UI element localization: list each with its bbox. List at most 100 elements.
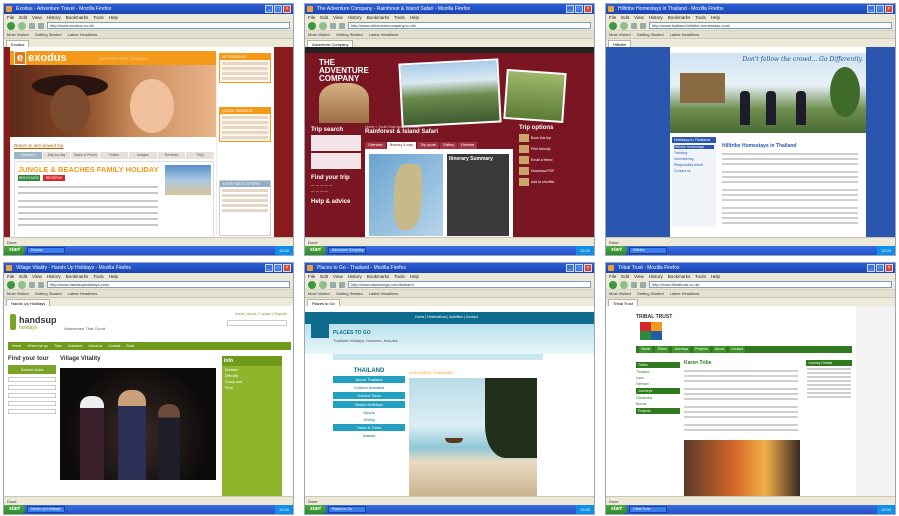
taskbar-item[interactable]: Exodus — [26, 247, 65, 254]
nav-about[interactable]: About us — [88, 342, 102, 350]
menu-history[interactable]: History — [348, 274, 362, 279]
route-map[interactable] — [369, 154, 443, 236]
home-icon[interactable] — [38, 281, 44, 288]
menu-history[interactable]: History — [47, 15, 61, 20]
tribal-trust-logo[interactable]: TRIBAL TRUST — [636, 314, 672, 320]
back-button[interactable] — [7, 280, 15, 289]
minimize-button[interactable]: _ — [566, 5, 574, 13]
filter-select[interactable] — [8, 409, 56, 414]
filter-select[interactable] — [8, 393, 56, 398]
brochure-button[interactable]: BROCHURE — [18, 175, 40, 181]
nav-item[interactable]: Diving — [333, 417, 405, 422]
nav-where[interactable]: Where we go — [27, 342, 48, 350]
option-shortlist[interactable]: Add to shortlist — [519, 178, 587, 186]
tab-hotels[interactable]: Hotels — [100, 152, 128, 159]
tab-places-to-go[interactable]: Places to Go — [307, 299, 340, 306]
tab-day-by-day[interactable]: Day by day — [42, 152, 71, 159]
taskbar-item[interactable]: Hilltribe — [628, 247, 667, 254]
nav-item[interactable]: Volunteering — [674, 157, 714, 161]
home-icon[interactable] — [38, 22, 44, 29]
nav-journeys[interactable]: Journeys — [671, 346, 691, 353]
option-download[interactable]: Download PDF — [519, 167, 587, 175]
address-bar[interactable]: http://www.placestogo.com/thailand — [348, 281, 591, 288]
home-icon[interactable] — [640, 281, 646, 288]
tab-reviews[interactable]: Reviews — [157, 152, 186, 159]
tab-itinerary[interactable]: Itinerary & map — [386, 142, 417, 149]
back-button[interactable] — [7, 21, 15, 30]
close-button[interactable]: × — [885, 5, 893, 13]
address-bar[interactable]: http://www.thailand-hilltribe-homestays.… — [649, 22, 892, 29]
back-button[interactable] — [308, 280, 316, 289]
start-button[interactable]: start — [606, 505, 627, 514]
menu-edit[interactable]: Edit — [320, 274, 328, 279]
home-icon[interactable] — [640, 22, 646, 29]
bookmark-item[interactable]: Getting Started — [637, 291, 664, 296]
reload-icon[interactable] — [29, 22, 35, 29]
nav-item[interactable]: Cultural Activities — [333, 385, 405, 390]
nav-button[interactable]: Tribes — [636, 362, 680, 368]
menu-bookmarks[interactable]: Bookmarks — [66, 15, 89, 20]
close-button[interactable]: × — [283, 5, 291, 13]
menu-help[interactable]: Help — [109, 15, 118, 20]
address-bar[interactable]: http://www.handsupholidays.com/ — [47, 281, 290, 288]
menu-file[interactable]: File — [308, 274, 315, 279]
bookmark-item[interactable]: Most Visited — [308, 291, 330, 296]
menu-file[interactable]: File — [7, 15, 14, 20]
taskbar-item[interactable]: Hands Up Holidays — [26, 506, 65, 513]
start-button[interactable]: start — [305, 505, 326, 514]
nav-about[interactable]: About — [712, 346, 726, 353]
nav-item[interactable]: Vietnam — [636, 382, 680, 386]
menu-view[interactable]: View — [333, 15, 343, 20]
filter-select[interactable] — [8, 377, 56, 382]
menu-bookmarks[interactable]: Bookmarks — [668, 274, 691, 279]
menu-tools[interactable]: Tools — [93, 274, 104, 279]
menu-file[interactable]: File — [308, 15, 315, 20]
menu-edit[interactable]: Edit — [19, 15, 27, 20]
bookmark-item[interactable]: Latest Headlines — [369, 32, 399, 37]
bookmark-item[interactable]: Getting Started — [35, 32, 62, 37]
reload-icon[interactable] — [330, 22, 336, 29]
bookmark-item[interactable]: Getting Started — [637, 32, 664, 37]
menu-edit[interactable]: Edit — [621, 15, 629, 20]
tab-handsup[interactable]: Hands Up Holidays — [6, 299, 51, 306]
filter-select[interactable] — [8, 385, 56, 390]
minimize-button[interactable]: _ — [265, 5, 273, 13]
top-links[interactable]: Home | About | Contact | Register — [235, 312, 287, 316]
menu-view[interactable]: View — [634, 15, 644, 20]
home-icon[interactable] — [339, 22, 345, 29]
close-button[interactable]: × — [885, 264, 893, 272]
bookmark-item[interactable]: Most Visited — [609, 291, 631, 296]
back-button[interactable] — [308, 21, 316, 30]
reload-icon[interactable] — [29, 281, 35, 288]
nav-home[interactable]: Home — [639, 346, 653, 353]
adventure-company-logo[interactable]: THE ADVENTURE COMPANY — [319, 59, 379, 83]
home-icon[interactable] — [339, 281, 345, 288]
minimize-button[interactable]: _ — [867, 5, 875, 13]
bookmark-item[interactable]: Latest Headlines — [68, 32, 98, 37]
menu-history[interactable]: History — [348, 15, 362, 20]
nav-book[interactable]: Book — [126, 342, 134, 350]
nav-item[interactable]: Cambodia — [636, 396, 680, 400]
top-navigation[interactable]: Home | Destinations | Activities | Conta… — [415, 315, 478, 319]
menu-help[interactable]: Help — [109, 274, 118, 279]
address-bar[interactable]: http://www.adventurecompany.co.uk/ — [348, 22, 591, 29]
option-book[interactable]: Book this trip — [519, 134, 587, 142]
tab-adventure-company[interactable]: Adventure Company — [307, 40, 354, 47]
bookmark-item[interactable]: Latest Headlines — [670, 291, 700, 296]
menu-help[interactable]: Help — [410, 274, 419, 279]
nav-home[interactable]: Home — [12, 342, 21, 350]
nav-item[interactable]: Hilltribe Homestays — [674, 145, 714, 149]
start-button[interactable]: start — [606, 246, 627, 255]
tab-gallery[interactable]: Gallery — [439, 142, 458, 149]
back-button[interactable] — [609, 280, 617, 289]
menu-tools[interactable]: Tools — [93, 15, 104, 20]
menu-history[interactable]: History — [649, 15, 663, 20]
minimize-button[interactable]: _ — [566, 264, 574, 272]
nav-item[interactable]: Contact us — [674, 169, 714, 173]
option-print[interactable]: Print friendly — [519, 145, 587, 153]
bookmark-item[interactable]: Most Visited — [7, 32, 29, 37]
tab-tribal[interactable]: Tribal Trust — [608, 299, 638, 306]
nav-button[interactable]: Projects — [636, 408, 680, 414]
taskbar-item[interactable]: Places to Go — [327, 506, 366, 513]
nav-button[interactable]: Guided Tours — [333, 392, 405, 399]
